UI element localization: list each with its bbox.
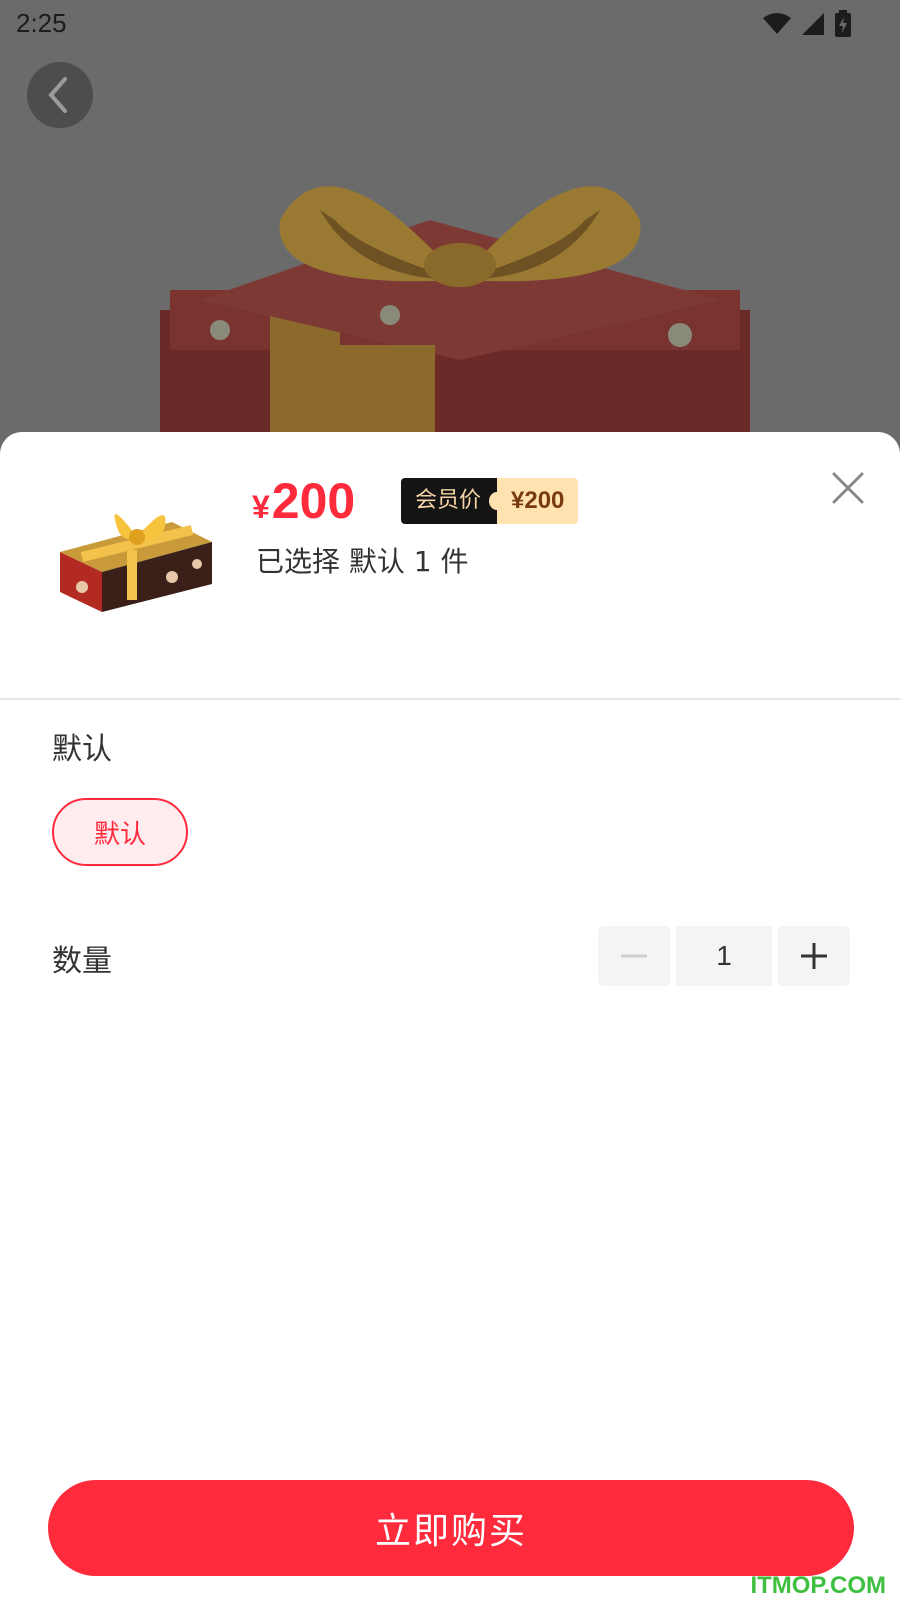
price-currency: ¥ — [252, 489, 270, 525]
quantity-value[interactable]: 1 — [676, 926, 772, 986]
back-button[interactable] — [27, 62, 93, 128]
selected-summary: 已选择 默认 1 件 — [256, 545, 469, 578]
member-price-value: ¥200 — [497, 478, 579, 524]
background-page: 2:25 — [0, 0, 900, 460]
status-icons — [762, 10, 852, 38]
sku-selection-sheet: ¥ 200 会员价 ¥200 已选择 默认 1 件 默认 默认 数量 1 立即购… — [0, 432, 900, 1600]
signal-icon — [802, 13, 824, 35]
product-thumbnail — [60, 514, 212, 612]
quantity-label: 数量 — [52, 944, 112, 979]
minus-icon — [621, 954, 647, 958]
close-button[interactable] — [826, 466, 870, 510]
close-icon — [832, 472, 864, 504]
member-price-label: 会员价 — [401, 478, 506, 524]
battery-icon — [835, 10, 851, 37]
quantity-stepper: 1 — [598, 926, 850, 988]
sheet-header: ¥ 200 会员价 ¥200 已选择 默认 1 件 — [0, 432, 900, 700]
spec-group-title: 默认 — [52, 732, 112, 767]
gift-box-image — [160, 186, 750, 460]
decrement-button[interactable] — [598, 926, 670, 986]
product-price: ¥ 200 — [252, 472, 355, 530]
spec-option-default[interactable]: 默认 — [52, 798, 188, 866]
plus-icon — [801, 943, 827, 969]
price-value: 200 — [271, 473, 356, 529]
chevron-left-icon — [48, 77, 67, 113]
status-time: 2:25 — [16, 8, 67, 38]
increment-button[interactable] — [778, 926, 850, 986]
status-bar: 2:25 — [0, 0, 900, 50]
wifi-icon — [763, 13, 791, 34]
member-price-badge: 会员价 ¥200 — [401, 478, 579, 524]
watermark: ITMOP.COM — [750, 1572, 886, 1599]
buy-now-button[interactable]: 立即购买 — [48, 1480, 854, 1576]
